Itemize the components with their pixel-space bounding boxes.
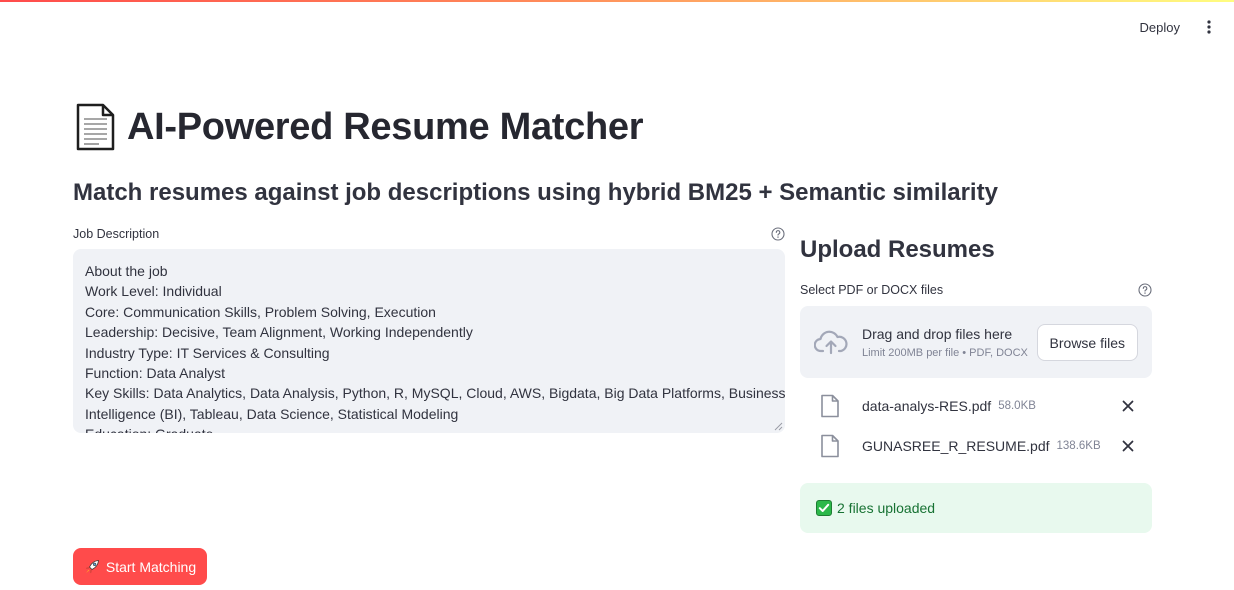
start-matching-label: Start Matching <box>105 558 197 575</box>
upload-heading: Upload Resumes <box>800 236 995 263</box>
file-icon <box>821 394 839 418</box>
file-name: GUNASREE_R_RESUME.pdf <box>862 438 1050 454</box>
remove-file-button[interactable] <box>1120 398 1136 414</box>
job-description-line: Education: Graduate <box>85 424 773 433</box>
job-description-line: Function: Data Analyst <box>85 365 226 382</box>
job-description-line: Leadership: Decisive, Team Alignment, Wo… <box>85 324 473 341</box>
vertical-ellipsis-icon <box>1207 20 1211 34</box>
file-size: 138.6KB <box>1056 440 1101 452</box>
dropzone-limit: Limit 200MB per file • PDF, DOCX <box>862 346 1028 359</box>
uploaded-file-item: GUNASREE_R_RESUME.pdf 138.6KB <box>800 431 1152 461</box>
page-title-text: AI-Powered Resume Matcher <box>127 105 644 148</box>
page-subtitle: Match resumes against job descriptions u… <box>73 179 998 206</box>
start-matching-button[interactable]: Start Matching <box>73 548 207 585</box>
app-toolbar: Deploy <box>1130 14 1220 40</box>
rocket-icon <box>85 559 99 573</box>
job-description-line: Key Skills: Data Analytics, Data Analysi… <box>85 385 785 402</box>
resize-handle-icon[interactable] <box>774 422 783 431</box>
dropzone-text: Drag and drop files here Limit 200MB per… <box>862 326 1028 359</box>
job-description-label: Job Description <box>73 227 160 241</box>
cloud-upload-icon <box>814 330 848 355</box>
close-icon <box>1122 400 1134 412</box>
job-description-line: Industry Type: IT Services & Consulting <box>85 344 330 361</box>
file-icon <box>821 434 839 458</box>
page-title: AI-Powered Resume Matcher <box>73 103 644 151</box>
top-decoration-bar <box>0 0 1234 2</box>
upload-label-row: Select PDF or DOCX files <box>800 282 1152 298</box>
job-description-line: Work Level: Individual <box>85 283 222 300</box>
job-description-line: Intelligence (BI), Tableau, Data Science… <box>85 405 459 422</box>
job-description-line: Core: Communication Skills, Problem Solv… <box>85 303 436 320</box>
upload-status-text: 2 files uploaded <box>837 500 936 516</box>
upload-section: Upload Resumes Select PDF or DOCX files … <box>800 232 1152 378</box>
check-box-icon <box>816 500 832 516</box>
browse-files-button[interactable]: Browse files <box>1036 324 1138 361</box>
remove-file-button[interactable] <box>1120 438 1136 454</box>
job-description-label-row: Job Description <box>73 226 785 242</box>
upload-label: Select PDF or DOCX files <box>800 283 944 297</box>
page-document-emoji <box>76 103 115 151</box>
job-description-line: About the job <box>85 263 168 279</box>
main-menu-button[interactable] <box>1198 14 1220 40</box>
help-icon[interactable] <box>1138 283 1152 297</box>
file-dropzone[interactable]: Drag and drop files here Limit 200MB per… <box>800 306 1152 378</box>
file-size: 58.0KB <box>998 400 1036 412</box>
job-description-textarea[interactable]: About the job Work Level: Individual Cor… <box>73 249 785 433</box>
close-icon <box>1122 440 1134 452</box>
dropzone-instructions: Drag and drop files here <box>862 325 1013 342</box>
deploy-button[interactable]: Deploy <box>1130 15 1190 40</box>
job-description-field: Job Description About the job Work Level… <box>73 226 785 433</box>
help-icon[interactable] <box>771 227 785 241</box>
upload-success-alert: 2 files uploaded <box>800 483 1152 533</box>
uploaded-file-item: data-analys-RES.pdf 58.0KB <box>800 391 1152 421</box>
file-name: data-analys-RES.pdf <box>862 398 992 414</box>
